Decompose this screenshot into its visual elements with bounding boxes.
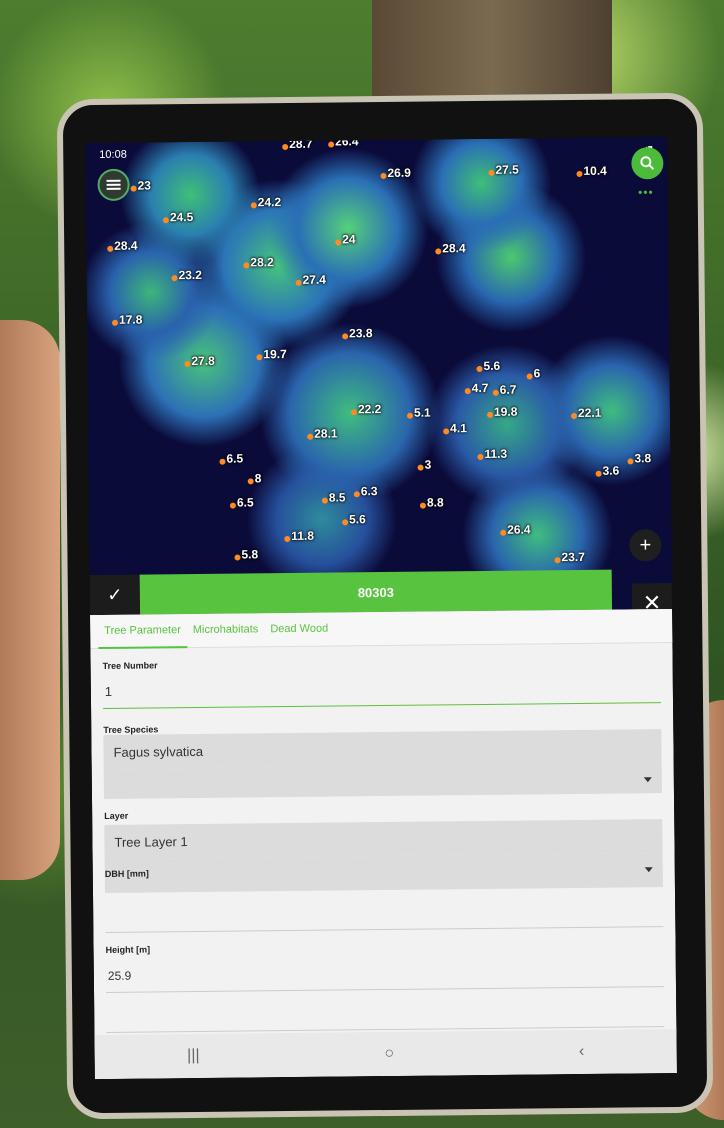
menu-icon xyxy=(106,183,121,186)
tree-species-select[interactable]: Fagus sylvatica xyxy=(103,729,662,769)
plus-icon: + xyxy=(639,533,652,556)
tree-label[interactable]: 28.7 xyxy=(289,137,313,151)
tree-label[interactable]: 6 xyxy=(533,366,540,380)
layer-dropdown[interactable]: DBH [mm] xyxy=(104,853,663,893)
tree-label[interactable]: 4.7 xyxy=(472,381,489,395)
tree-number-field: Tree Number xyxy=(90,643,673,709)
tree-label[interactable]: 6.7 xyxy=(500,383,517,397)
tree-label[interactable]: 8 xyxy=(255,471,262,485)
tree-label[interactable]: 27.5 xyxy=(495,163,519,177)
tree-label[interactable]: 27.4 xyxy=(303,273,327,287)
tree-label[interactable]: 28.4 xyxy=(442,241,466,255)
tree-label[interactable]: 28.4 xyxy=(114,239,138,253)
tree-label[interactable]: 8.5 xyxy=(329,490,346,504)
layer-value: Tree Layer 1 xyxy=(114,834,188,850)
tree-label[interactable]: 11.3 xyxy=(484,447,507,461)
canopy-height-map[interactable]: 10:08 ◢▮ ••• + 23 24.5 24.2 26.9 27.5 xyxy=(85,137,672,584)
tree-form-panel: Tree Parameter Microhabitats Dead Wood T… xyxy=(90,608,677,1080)
tablet-device: 10:08 ◢▮ ••• + 23 24.5 24.2 26.9 27.5 xyxy=(56,92,714,1120)
tree-species-value: Fagus sylvatica xyxy=(113,743,204,760)
status-bar: 10:08 ◢▮ xyxy=(85,137,667,167)
chevron-down-icon xyxy=(644,867,653,873)
tree-label[interactable]: 5.1 xyxy=(414,406,431,420)
tree-label[interactable]: 26.4 xyxy=(335,137,359,148)
tree-label[interactable]: 4.1 xyxy=(450,421,467,435)
dbh-input[interactable] xyxy=(104,887,664,933)
tree-label[interactable]: 8.8 xyxy=(427,495,444,509)
tree-label[interactable]: 24 xyxy=(342,232,356,246)
zoom-in-button[interactable]: + xyxy=(629,529,662,562)
check-icon: ✓ xyxy=(107,584,123,605)
tab-tree-parameter[interactable]: Tree Parameter xyxy=(98,614,188,650)
height-input[interactable]: 25.9 xyxy=(105,953,665,993)
form-title: 80303 xyxy=(139,569,613,615)
layer-select[interactable]: Tree Layer 1 xyxy=(104,819,663,859)
tree-label[interactable]: 24.5 xyxy=(170,210,194,224)
tree-label[interactable]: 5.6 xyxy=(483,359,500,373)
tree-label[interactable]: 23 xyxy=(138,178,152,192)
tree-label[interactable]: 6.3 xyxy=(361,484,378,498)
tree-label[interactable]: 11.8 xyxy=(291,529,314,543)
tab-dead-wood[interactable]: Dead Wood xyxy=(264,613,334,648)
tree-label[interactable]: 22.2 xyxy=(358,402,382,416)
more-options-icon[interactable]: ••• xyxy=(638,185,654,199)
tree-label[interactable]: 17.8 xyxy=(119,313,143,327)
chevron-down-icon xyxy=(643,777,652,783)
tree-number-input[interactable] xyxy=(102,669,662,709)
menu-button[interactable] xyxy=(97,168,130,201)
tree-label[interactable]: 28.1 xyxy=(314,426,338,440)
tree-label[interactable]: 3.6 xyxy=(603,464,620,478)
search-button[interactable] xyxy=(631,147,664,180)
recent-apps-icon[interactable]: ||| xyxy=(187,1047,200,1065)
tree-label[interactable]: 10.4 xyxy=(583,164,607,178)
tab-microhabitats[interactable]: Microhabitats xyxy=(187,613,265,648)
tree-label[interactable]: 22.1 xyxy=(578,406,602,420)
home-icon[interactable]: ○ xyxy=(384,1045,394,1063)
dbh-field: DBH [mm] xyxy=(93,853,676,933)
layer-field: Layer Tree Layer 1 xyxy=(92,793,675,859)
form-header: ✓ 80303 ✕ xyxy=(89,569,673,624)
tree-label[interactable]: 24.2 xyxy=(258,195,282,209)
tree-label[interactable]: 26.9 xyxy=(387,166,411,180)
tree-label[interactable]: 6.5 xyxy=(226,451,243,465)
next-field-line xyxy=(106,987,665,1033)
search-icon xyxy=(640,156,655,170)
tree-label[interactable]: 23.2 xyxy=(178,268,202,282)
tree-label[interactable]: 23.7 xyxy=(561,550,585,564)
tree-label[interactable]: 6.5 xyxy=(237,495,254,509)
tree-species-dropdown[interactable] xyxy=(103,763,662,799)
tree-label[interactable]: 3.8 xyxy=(634,451,651,465)
confirm-button[interactable]: ✓ xyxy=(89,574,141,616)
tree-label[interactable]: 5.8 xyxy=(241,547,258,561)
tree-label[interactable]: 27.8 xyxy=(191,354,215,368)
tree-label[interactable]: 26.4 xyxy=(507,522,531,536)
height-field: Height [m] 25.9 xyxy=(93,927,676,1033)
tree-label[interactable]: 19.8 xyxy=(494,405,518,419)
android-nav-bar: ||| ○ ‹ xyxy=(94,1028,677,1080)
tree-label[interactable]: 28.2 xyxy=(250,255,274,269)
dbh-label: DBH [mm] xyxy=(104,868,149,879)
back-icon[interactable]: ‹ xyxy=(579,1043,585,1061)
tree-label[interactable]: 5.6 xyxy=(349,512,366,526)
tree-label[interactable]: 23.8 xyxy=(349,326,373,340)
tree-label[interactable]: 19.7 xyxy=(263,347,287,361)
tablet-screen: 10:08 ◢▮ ••• + 23 24.5 24.2 26.9 27.5 xyxy=(85,137,677,1080)
left-hand xyxy=(0,320,60,880)
tree-species-field: Tree Species Fagus sylvatica xyxy=(91,703,674,799)
tree-label[interactable]: 3 xyxy=(424,458,431,472)
status-time: 10:08 xyxy=(99,148,127,161)
